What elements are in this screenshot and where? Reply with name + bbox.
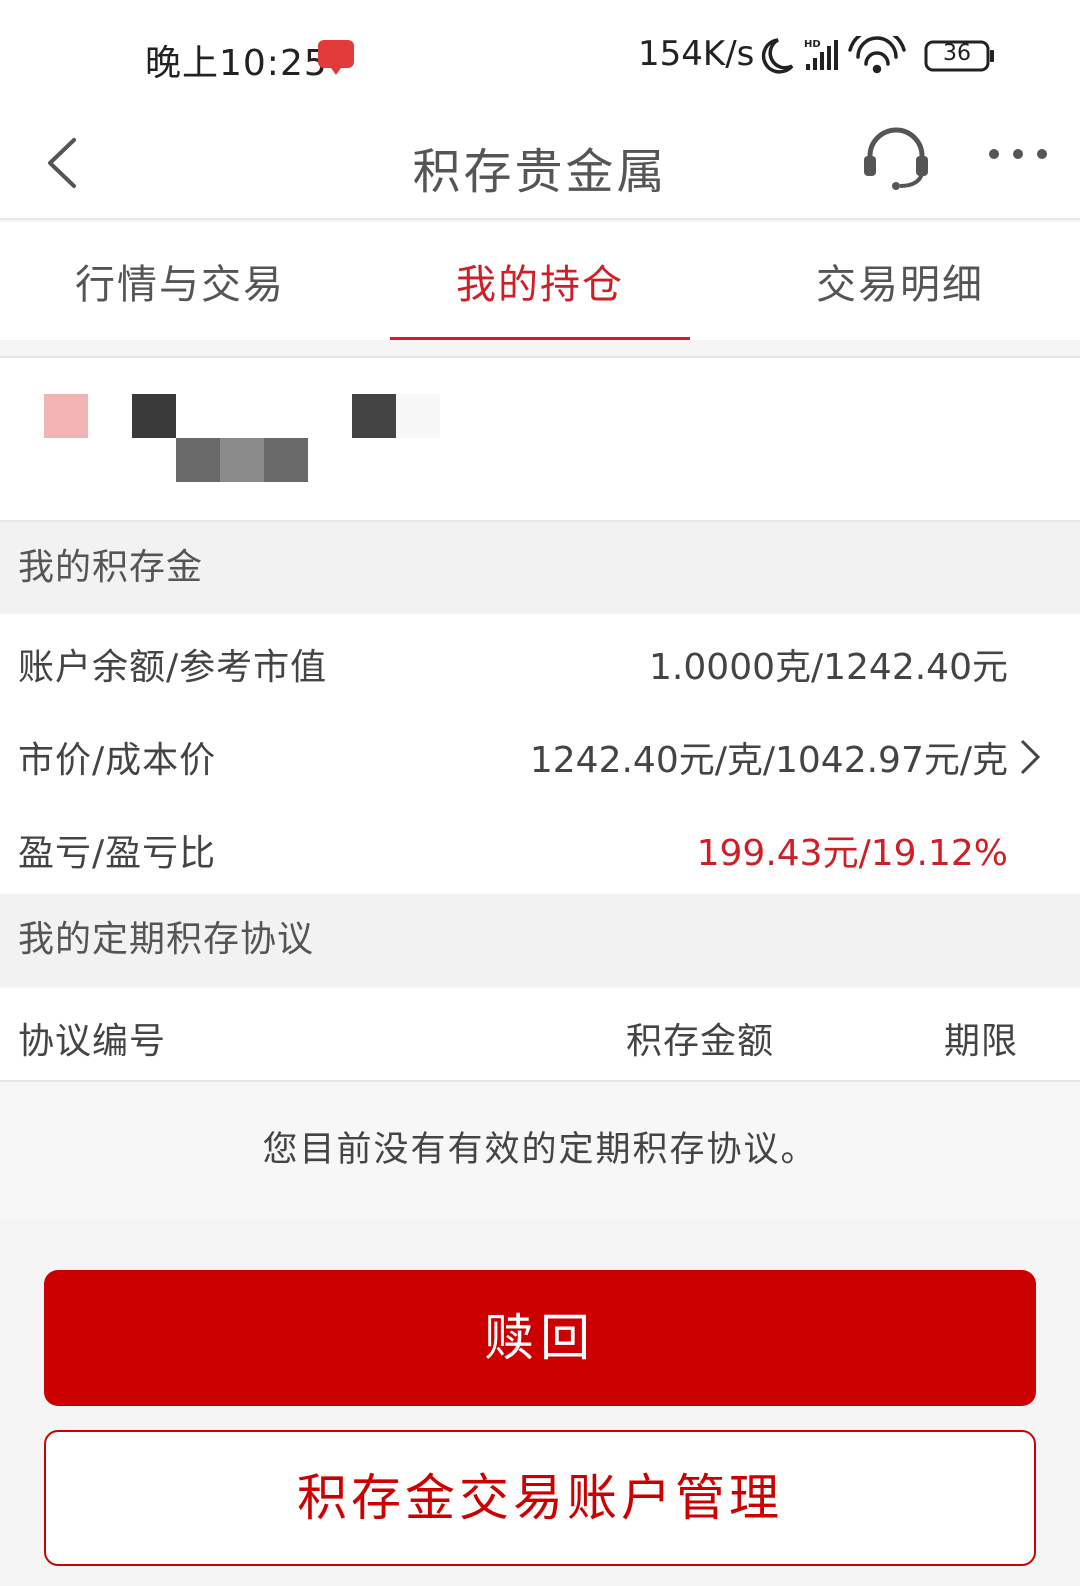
redacted-account-block <box>176 438 220 482</box>
balance-row: 账户余额/参考市值 1.0000克/1242.40元 <box>0 614 1080 707</box>
network-speed: 154K/s <box>638 34 755 74</box>
column-term: 期限 <box>944 1021 1019 1062</box>
moon-icon <box>761 38 794 74</box>
wifi-icon <box>848 36 906 74</box>
status-time: 晚上10:25 <box>145 43 328 84</box>
headset-icon[interactable] <box>860 122 932 194</box>
redacted-account-block <box>352 394 396 438</box>
price-label: 市价/成本价 <box>18 740 217 781</box>
battery-level: 36 <box>943 41 971 66</box>
profit-label: 盈亏/盈亏比 <box>18 833 217 874</box>
profit-row: 盈亏/盈亏比 199.43元/19.12% <box>0 800 1080 893</box>
nav-bar: 积存贵金属 <box>0 108 1080 220</box>
more-icon[interactable] <box>986 144 1050 164</box>
status-bar: 晚上10:25 154K/s HD 36 <box>0 0 1080 108</box>
empty-agreements-message: 您目前没有有效的定期积存协议。 <box>0 1082 1080 1218</box>
tab-trade-details[interactable]: 交易明细 <box>720 222 1080 340</box>
redacted-account-block <box>396 394 440 438</box>
redacted-account-block <box>220 438 264 482</box>
chevron-right-icon[interactable] <box>1018 739 1042 775</box>
tab-market-trade[interactable]: 行情与交易 <box>0 222 360 340</box>
balance-label: 账户余额/参考市值 <box>18 647 328 688</box>
agreements-table-header: 协议编号 积存金额 期限 <box>0 988 1080 1082</box>
tab-bar: 行情与交易 我的持仓 交易明细 <box>0 222 1080 340</box>
svg-text:HD: HD <box>804 39 821 50</box>
profit-value: 199.43元/19.12% <box>696 833 1008 874</box>
agreements-header: 我的定期积存协议 <box>0 894 1080 986</box>
balance-value: 1.0000克/1242.40元 <box>649 647 1008 688</box>
hd-signal-icon: HD <box>804 39 838 70</box>
redacted-account-block <box>132 394 176 438</box>
app-notification-icon <box>318 40 354 75</box>
account-card[interactable] <box>0 356 1080 522</box>
redeem-button[interactable]: 赎回 <box>44 1270 1036 1406</box>
my-gold-list: 账户余额/参考市值 1.0000克/1242.40元 市价/成本价 1242.4… <box>0 614 1080 894</box>
account-management-button[interactable]: 积存金交易账户管理 <box>44 1430 1036 1566</box>
my-gold-header: 我的积存金 <box>0 522 1080 614</box>
redacted-account-block <box>44 394 88 438</box>
redacted-account-block <box>264 438 308 482</box>
price-value: 1242.40元/克/1042.97元/克 <box>529 740 1008 781</box>
column-amount: 积存金额 <box>626 1021 775 1062</box>
column-agreement-no: 协议编号 <box>18 1021 167 1062</box>
price-row[interactable]: 市价/成本价 1242.40元/克/1042.97元/克 <box>0 707 1080 800</box>
tab-my-holdings[interactable]: 我的持仓 <box>360 222 720 340</box>
page: 晚上10:25 154K/s HD 36 积存贵金属 行情与交易 我的持仓 交易… <box>0 0 1080 1586</box>
